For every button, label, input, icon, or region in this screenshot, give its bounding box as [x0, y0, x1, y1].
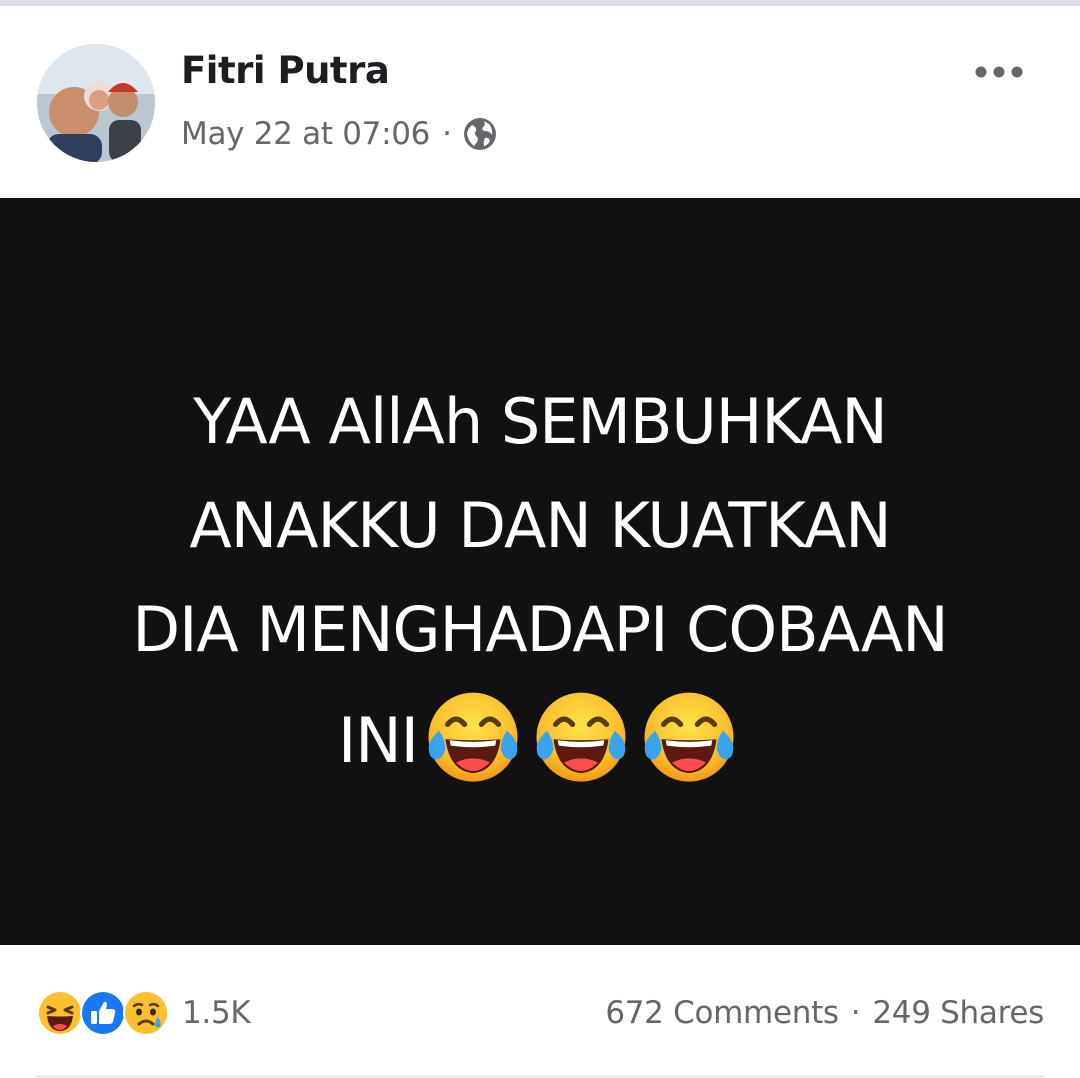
post-header: Fitri Putra May 22 at 07:06 ·: [0, 6, 1080, 198]
comments-link[interactable]: 672 Comments: [605, 995, 839, 1031]
reactions-summary[interactable]: 1.5K: [36, 988, 251, 1038]
message-line: ANAKKU DAN KUATKAN: [189, 489, 891, 562]
laughing-tears-emoji-icon: [636, 682, 742, 788]
post-text-background[interactable]: YAA AllAh SEMBUHKAN ANAKKU DAN KUATKAN D…: [0, 198, 1080, 945]
laughing-tears-emoji-icon: [528, 682, 634, 788]
like-reaction-icon: [80, 990, 126, 1036]
post-message: YAA AllAh SEMBUHKAN ANAKKU DAN KUATKAN D…: [40, 370, 1040, 793]
haha-reaction-icon: [37, 990, 83, 1036]
more-horizontal-icon: [975, 66, 1023, 78]
post-meta: May 22 at 07:06 ·: [181, 112, 498, 156]
more-options-button[interactable]: [966, 50, 1032, 94]
message-line-last: INI: [40, 682, 1040, 793]
shares-link[interactable]: 249 Shares: [872, 995, 1044, 1031]
post-footer: 1.5K 672 Comments · 249 Shares: [0, 945, 1080, 1078]
globe-icon[interactable]: [462, 116, 498, 152]
reaction-count: 1.5K: [182, 995, 251, 1031]
author-avatar[interactable]: [37, 44, 155, 162]
message-line-text: INI: [338, 704, 419, 777]
engagement-separator: ·: [850, 995, 861, 1031]
author-name[interactable]: Fitri Putra: [181, 49, 390, 92]
avatar-photo-icon: [37, 44, 155, 162]
footer-divider: [36, 1076, 1044, 1077]
sad-reaction-icon: [123, 990, 169, 1036]
meta-separator: ·: [442, 116, 452, 152]
laughing-tears-emoji-icon: [420, 682, 526, 788]
message-line: YAA AllAh SEMBUHKAN: [193, 385, 888, 458]
message-line: DIA MENGHADAPI COBAAN: [132, 593, 948, 666]
engagement-summary: 672 Comments · 249 Shares: [605, 988, 1044, 1038]
post-timestamp[interactable]: May 22 at 07:06: [181, 116, 430, 152]
